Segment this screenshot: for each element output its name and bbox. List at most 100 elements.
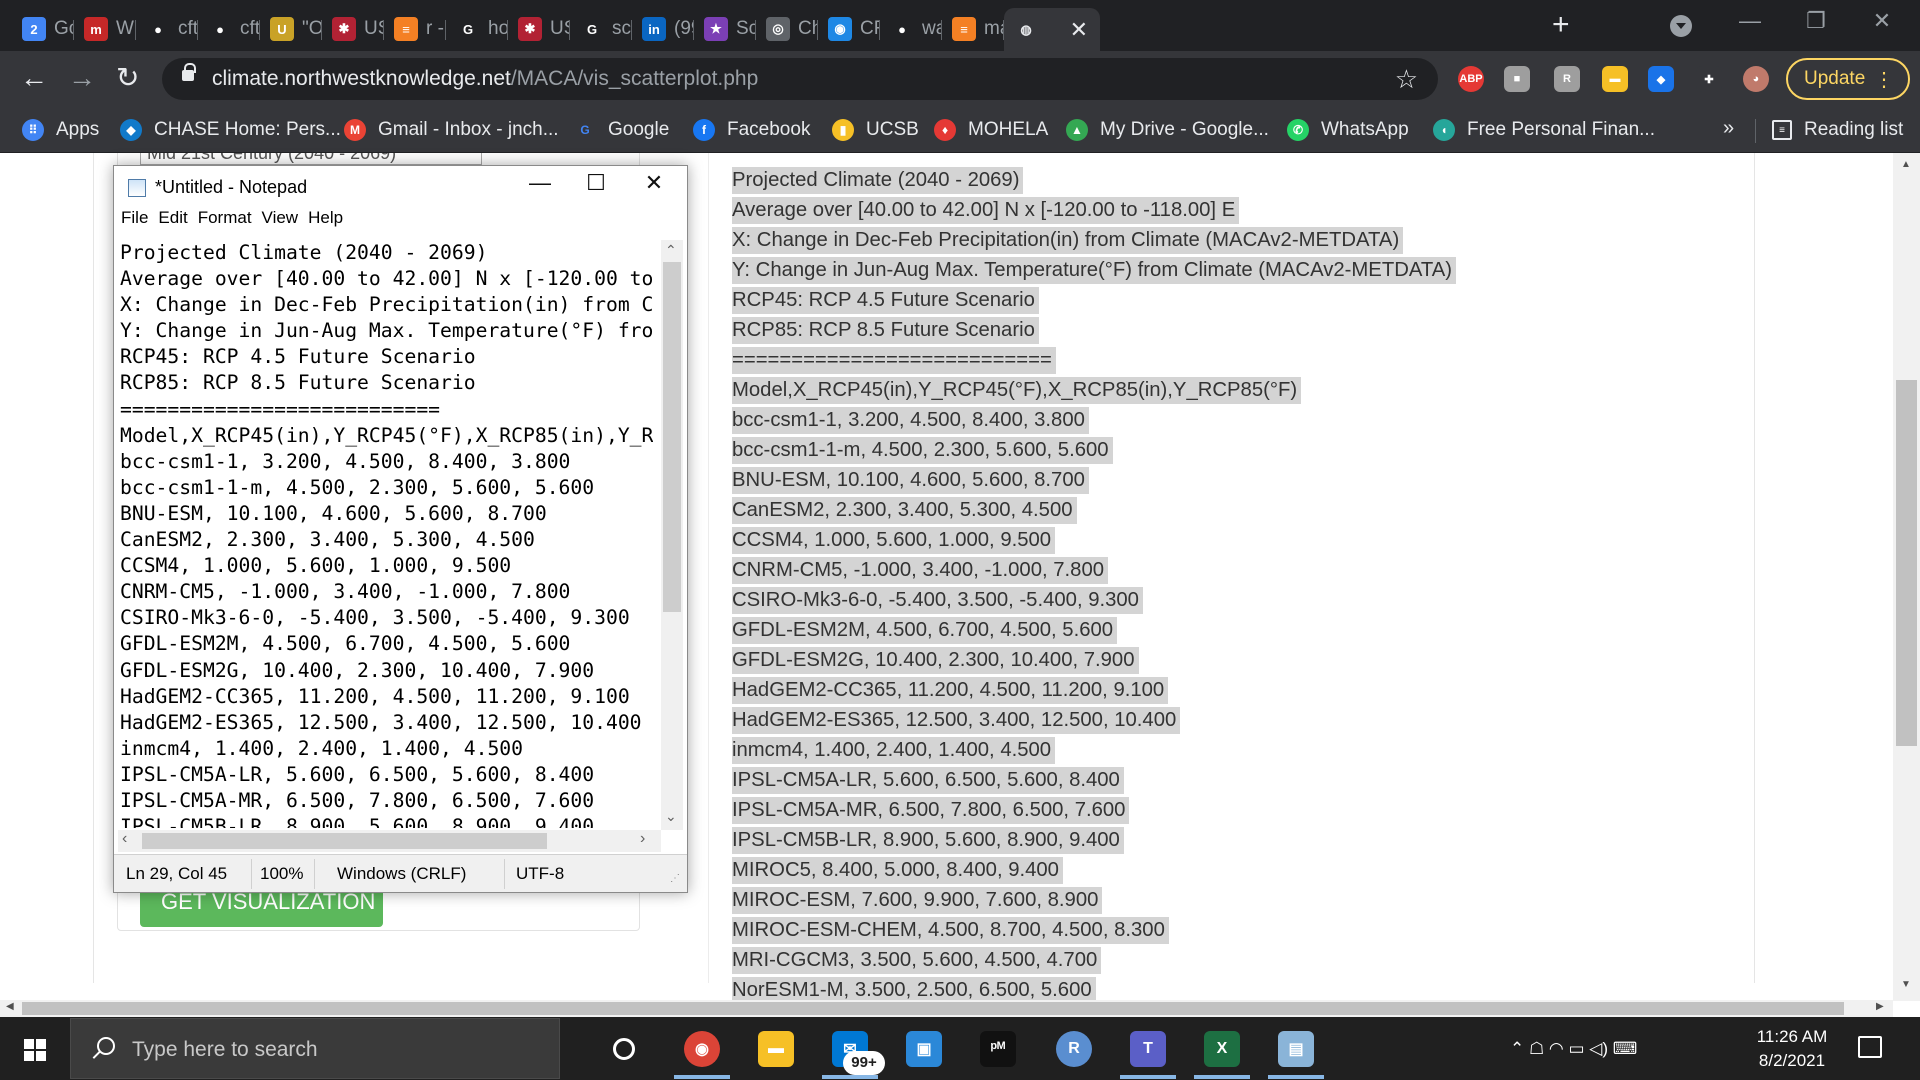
browser-tab[interactable]: ● cft/	[136, 11, 198, 47]
browser-tab[interactable]: ✱ USA	[322, 11, 384, 47]
bookmark-mohela[interactable]: ♦ MOHELA	[934, 115, 1048, 145]
notepad-scroll-right-icon[interactable]: ›	[640, 830, 645, 848]
excel-icon[interactable]: X	[1204, 1031, 1240, 1067]
page-vertical-scrollbar[interactable]: ▲ ▼	[1893, 153, 1920, 1001]
extension-gray-icon[interactable]: ■	[1504, 66, 1530, 92]
browser-tab[interactable]: Ghow	[446, 11, 508, 47]
menu-file[interactable]: File	[121, 208, 148, 236]
result-text-block[interactable]: Projected Climate (2040 - 2069) Average o…	[732, 165, 1732, 1001]
r-icon[interactable]: R	[1056, 1031, 1092, 1067]
browser-tab[interactable]: Gscie	[570, 11, 632, 47]
close-tab-icon[interactable]: ✕	[1070, 17, 1088, 43]
bookmark-label: Google	[608, 119, 670, 140]
bookmark-whatsapp[interactable]: ✆ WhatsApp	[1287, 115, 1409, 145]
browser-tab[interactable]: ✱ USA	[508, 11, 570, 47]
reading-list-button[interactable]: ≡ Reading list	[1772, 115, 1903, 145]
address-bar[interactable]: climate.northwestknowledge.net/MACA/vis_…	[162, 58, 1438, 100]
profile-avatar-icon[interactable]: ◕	[1743, 66, 1769, 92]
file-explorer-icon[interactable]: ▬	[758, 1031, 794, 1067]
notification-center-icon[interactable]	[1858, 1036, 1882, 1058]
remote-desktop-icon[interactable]: ▣	[906, 1031, 942, 1067]
bookmark-apps[interactable]: ⠿ Apps	[22, 115, 99, 145]
back-arrow-icon[interactable]: ←	[20, 63, 48, 93]
forward-arrow-icon[interactable]: →	[68, 63, 96, 93]
bookmark-free-personal-finan[interactable]: ◖ Free Personal Finan...	[1433, 115, 1655, 145]
menu-view[interactable]: View	[262, 208, 299, 236]
notepad-horizontal-scrollbar[interactable]: ‹ ›	[118, 830, 661, 852]
notepad-title-bar[interactable]: *Untitled - Notepad — ☐ ✕	[114, 166, 687, 208]
notepad-scroll-down-icon[interactable]: ⌄	[665, 808, 677, 825]
bookmark-chase-home-pers[interactable]: ◆ CHASE Home: Pers...	[120, 115, 341, 145]
result-line: bcc-csm1-1, 3.200, 4.500, 8.400, 3.800	[732, 405, 1732, 435]
resize-grip-icon[interactable]: ⋰	[670, 873, 680, 884]
browser-tab[interactable]: ≡ r - S	[384, 11, 446, 47]
gmail-icon: M	[344, 119, 366, 141]
browser-tab[interactable]: ★ Scie	[694, 11, 756, 47]
scroll-up-arrow-icon[interactable]: ▲	[1901, 159, 1911, 170]
browser-tab[interactable]: ● cft/	[198, 11, 260, 47]
bookmark-facebook[interactable]: f Facebook	[693, 115, 810, 145]
notepad-scroll-left-icon[interactable]: ‹	[122, 830, 127, 848]
browser-tab[interactable]: ≡ mar	[942, 11, 1004, 47]
taskbar-clock[interactable]: 11:26 AM 8/2/2021	[1748, 1025, 1836, 1073]
scroll-left-arrow-icon[interactable]: ◀	[6, 1001, 14, 1012]
url-text[interactable]: climate.northwestknowledge.net/MACA/vis_…	[212, 67, 758, 91]
new-tab-button[interactable]: +	[1552, 10, 1570, 40]
notepad-maximize-button[interactable]: ☐	[568, 170, 624, 204]
result-line-text: X: Change in Dec-Feb Precipitation(in) f…	[732, 227, 1404, 254]
cortana-icon[interactable]	[613, 1038, 635, 1060]
notepad-icon[interactable]: ▤	[1278, 1031, 1314, 1067]
restore-button[interactable]: ❐	[1786, 8, 1846, 34]
page-hscroll-thumb[interactable]	[22, 1002, 1844, 1015]
lock-icon[interactable]	[182, 63, 196, 81]
diamond-icon[interactable]: ◆	[1648, 66, 1674, 92]
moneydance-icon[interactable]: ᵖᴹ	[980, 1031, 1016, 1067]
browser-tab[interactable]: 2 Goo	[12, 11, 74, 47]
puzzle-icon[interactable]: ✚	[1696, 66, 1722, 92]
taskbar-search-box[interactable]: Type here to search	[70, 1018, 560, 1079]
notepad-window[interactable]: *Untitled - Notepad — ☐ ✕ File Edit Format…	[113, 165, 688, 893]
menu-help[interactable]: Help	[308, 208, 343, 236]
bookmarks-overflow-button[interactable]: »	[1723, 117, 1734, 140]
close-window-button[interactable]: ✕	[1852, 8, 1912, 34]
browser-tab[interactable]: U "OV	[260, 11, 322, 47]
scroll-right-arrow-icon[interactable]: ▶	[1876, 1001, 1884, 1012]
bookmark-star-icon[interactable]: ☆	[1395, 64, 1418, 95]
menu-edit[interactable]: Edit	[158, 208, 187, 236]
teams-icon[interactable]: T	[1130, 1031, 1166, 1067]
bookmark-gmail-inbox-jnch[interactable]: M Gmail - Inbox - jnch...	[344, 115, 559, 145]
extension-r-icon[interactable]: R	[1554, 66, 1580, 92]
notepad-scroll-up-icon[interactable]: ⌃	[665, 242, 677, 259]
notepad-close-button[interactable]: ✕	[626, 170, 682, 204]
system-tray-icons[interactable]: ⌃ ☖ ◠ ▭ ◁) ⌨	[1510, 1039, 1637, 1059]
notepad-vertical-scrollbar[interactable]: ⌃ ⌄	[661, 240, 683, 830]
notepad-hscroll-thumb[interactable]	[142, 833, 547, 849]
time-period-select[interactable]: Mid 21st Century (2040 - 2069)	[140, 153, 482, 165]
browser-tab[interactable]: in (99	[632, 11, 694, 47]
tab-title: Goo	[54, 18, 74, 39]
notepad-text-area[interactable]: Projected Climate (2040 - 2069) Average o…	[120, 240, 653, 828]
chrome-icon[interactable]: ◉	[684, 1031, 720, 1067]
page-horizontal-scrollbar[interactable]: ◀ ▶	[0, 1000, 1893, 1017]
browser-tab[interactable]: ◍ ✕	[1004, 8, 1100, 51]
globe-icon: ◎	[766, 17, 790, 41]
bookmark-google[interactable]: G Google	[574, 115, 669, 145]
update-button[interactable]: Update ⋮	[1786, 58, 1910, 100]
browser-tab[interactable]: ◎ Cha	[756, 11, 818, 47]
windows-start-icon[interactable]	[24, 1039, 46, 1061]
browser-tab[interactable]: m Wik	[74, 11, 136, 47]
browser-tab[interactable]: ● wat	[880, 11, 942, 47]
browser-tab[interactable]: ◉ CRA	[818, 11, 880, 47]
bookmark-my-drive-google[interactable]: ▲ My Drive - Google...	[1066, 115, 1269, 145]
minimize-button[interactable]: —	[1720, 8, 1780, 34]
page-scroll-thumb[interactable]	[1896, 380, 1917, 746]
bookmark-ucsb[interactable]: ▮ UCSB	[832, 115, 919, 145]
folder-icon[interactable]: ▬	[1602, 66, 1628, 92]
adblock-icon[interactable]: ABP	[1458, 66, 1484, 92]
notepad-minimize-button[interactable]: —	[512, 170, 568, 204]
reload-icon[interactable]: ↻	[116, 63, 139, 93]
menu-format[interactable]: Format	[198, 208, 252, 236]
scroll-down-arrow-icon[interactable]: ▼	[1901, 979, 1911, 990]
tab-search-icon[interactable]	[1670, 15, 1692, 37]
notepad-vscroll-thumb[interactable]	[663, 262, 681, 612]
